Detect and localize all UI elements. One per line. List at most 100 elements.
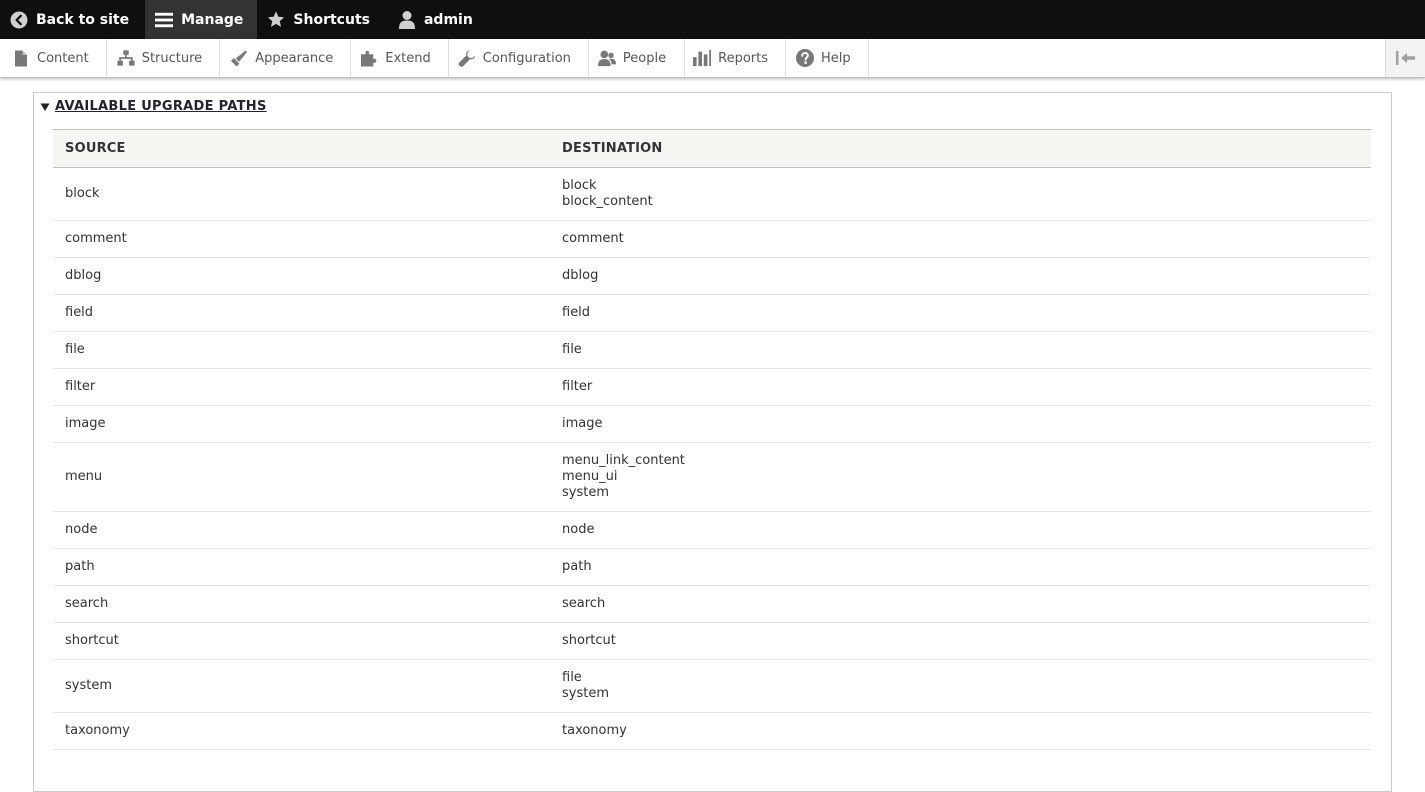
- table-row: file file: [53, 331, 1371, 369]
- upgrade-paths-summary[interactable]: Available upgrade paths: [40, 99, 267, 114]
- tray-item-label: Reports: [718, 50, 768, 66]
- source-cell: menu: [53, 442, 550, 512]
- upgrade-paths-details: Available upgrade paths Source Destinati…: [33, 92, 1392, 792]
- destination-value: path: [562, 559, 592, 574]
- bar-chart-icon: [693, 49, 712, 67]
- admin-toolbar: Back to site Manage Shortcuts admin: [0, 0, 1425, 39]
- destination-value: block_content: [562, 194, 653, 209]
- upgrade-paths-table: Source Destination block block block_conte…: [53, 129, 1371, 750]
- source-cell: node: [53, 511, 550, 549]
- table-row: taxonomy taxonomy: [53, 712, 1371, 750]
- destination-value: system: [562, 485, 609, 500]
- collapse-left-icon: [1395, 51, 1416, 65]
- tray-item-configuration[interactable]: Configuration: [449, 39, 589, 77]
- wrench-icon: [458, 49, 476, 67]
- user-label: admin: [423, 11, 473, 28]
- column-header-source: Source: [53, 129, 550, 168]
- destination-cell: node: [550, 511, 1371, 549]
- destination-cell: block block_content: [550, 167, 1371, 221]
- table-row: filter filter: [53, 368, 1371, 406]
- back-to-site-link[interactable]: Back to site: [0, 0, 145, 39]
- destination-cell: taxonomy: [550, 712, 1371, 750]
- destination-value: block: [562, 178, 597, 193]
- back-to-site-label: Back to site: [36, 11, 130, 28]
- source-cell: filter: [53, 368, 550, 406]
- tray-item-extend[interactable]: Extend: [351, 39, 449, 77]
- destination-value: file: [562, 670, 582, 685]
- tray-item-label: Appearance: [255, 50, 334, 66]
- tray-item-label: Structure: [141, 50, 203, 66]
- triangle-down-icon: [40, 102, 50, 112]
- question-icon: [796, 49, 814, 67]
- table-row: block block block_content: [53, 167, 1371, 221]
- table-row: field field: [53, 294, 1371, 332]
- chevron-left-circle-icon: [10, 11, 28, 29]
- tray-item-label: Help: [821, 50, 851, 66]
- destination-cell: filter: [550, 368, 1371, 406]
- destination-value: field: [562, 305, 591, 320]
- destination-value: taxonomy: [562, 723, 627, 738]
- table-row: dblog dblog: [53, 257, 1371, 295]
- user-tab[interactable]: admin: [390, 0, 483, 39]
- tray-item-reports[interactable]: Reports: [685, 39, 786, 77]
- source-cell: taxonomy: [53, 712, 550, 750]
- destination-value: dblog: [562, 268, 599, 283]
- people-icon: [597, 49, 616, 67]
- source-cell: block: [53, 167, 550, 221]
- destination-value: search: [562, 596, 606, 611]
- tray-item-label: Content: [37, 50, 89, 66]
- manage-tray: Content Structure Appearance Extend Conf…: [0, 39, 1425, 78]
- destination-value: menu_ui: [562, 469, 618, 484]
- destination-value: shortcut: [562, 633, 616, 648]
- tray-item-content[interactable]: Content: [0, 39, 107, 77]
- star-icon: [267, 11, 285, 29]
- column-header-destination: Destination: [550, 129, 1371, 168]
- source-cell: shortcut: [53, 622, 550, 660]
- source-cell: search: [53, 585, 550, 623]
- source-cell: image: [53, 405, 550, 443]
- table-row: comment comment: [53, 220, 1371, 258]
- destination-cell: path: [550, 548, 1371, 586]
- tray-item-help[interactable]: Help: [786, 39, 869, 77]
- destination-cell: field: [550, 294, 1371, 332]
- destination-cell: comment: [550, 220, 1371, 258]
- summary-label: Available upgrade paths: [55, 99, 267, 114]
- sitemap-icon: [117, 49, 135, 67]
- table-row: path path: [53, 548, 1371, 586]
- table-row: image image: [53, 405, 1371, 443]
- destination-cell: menu_link_content menu_ui system: [550, 442, 1371, 512]
- source-cell: file: [53, 331, 550, 369]
- source-cell: system: [53, 659, 550, 713]
- tray-item-label: Extend: [385, 50, 431, 66]
- destination-value: comment: [562, 231, 624, 246]
- destination-cell: shortcut: [550, 622, 1371, 660]
- destination-value: system: [562, 686, 609, 701]
- table-row: search search: [53, 585, 1371, 623]
- tray-item-label: Configuration: [482, 50, 571, 66]
- table-row: system file system: [53, 659, 1371, 713]
- table-row: shortcut shortcut: [53, 622, 1371, 660]
- destination-value: node: [562, 522, 595, 537]
- table-row: node node: [53, 511, 1371, 549]
- tray-item-structure[interactable]: Structure: [107, 39, 221, 77]
- destination-cell: dblog: [550, 257, 1371, 295]
- destination-cell: search: [550, 585, 1371, 623]
- manage-label: Manage: [181, 11, 244, 28]
- shortcuts-tab[interactable]: Shortcuts: [257, 0, 390, 39]
- manage-tab[interactable]: Manage: [145, 0, 258, 39]
- user-icon: [398, 10, 416, 29]
- puzzle-icon: [360, 49, 378, 67]
- tray-item-people[interactable]: People: [589, 39, 686, 77]
- tray-item-appearance[interactable]: Appearance: [220, 39, 352, 77]
- table-header-row: Source Destination: [53, 129, 1371, 168]
- destination-value: file: [562, 342, 582, 357]
- destination-cell: image: [550, 405, 1371, 443]
- shortcuts-label: Shortcuts: [293, 11, 370, 28]
- destination-value: image: [562, 416, 603, 431]
- destination-cell: file system: [550, 659, 1371, 713]
- tray-orientation-toggle[interactable]: [1385, 39, 1425, 77]
- destination-value: filter: [562, 379, 593, 394]
- file-icon: [12, 49, 30, 67]
- table-body: block block block_content comment comment dbl…: [53, 167, 1371, 750]
- source-cell: path: [53, 548, 550, 586]
